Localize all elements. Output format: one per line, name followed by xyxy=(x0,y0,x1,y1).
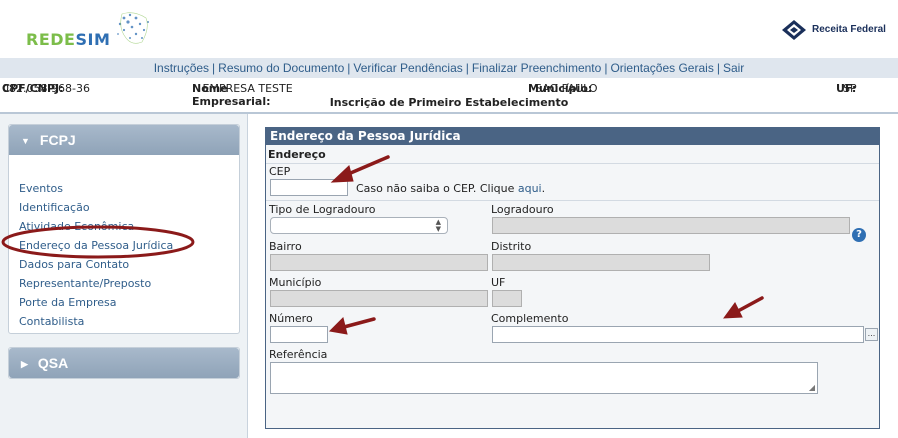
complemento-label: Complemento xyxy=(491,312,569,325)
municipio-label: Município: xyxy=(528,82,593,95)
sidebar-item-contabilista[interactable]: Contabilista xyxy=(19,312,239,331)
sidebar: ▼ FCPJ Eventos Identificação Atividade Ec… xyxy=(0,114,248,438)
receita-federal-logo[interactable]: Receita Federal xyxy=(780,18,886,42)
company-info-bar: CPF/CNPJ: 082.058.968-36 Nome Empresaria… xyxy=(0,80,898,112)
section-divider xyxy=(266,163,879,164)
sidebar-item-representante[interactable]: Representante/Preposto xyxy=(19,274,239,293)
resize-handle-icon[interactable]: ◢ xyxy=(809,383,815,392)
fcpj-title: FCPJ xyxy=(39,132,76,148)
tipo-logradouro-select[interactable]: ▲ ▼ xyxy=(270,217,448,234)
bairro-field xyxy=(270,254,488,271)
nome-info: Nome Empresarial: EMPRESA TESTE xyxy=(192,82,293,108)
nav-separator: | xyxy=(347,61,351,75)
logradouro-field xyxy=(492,217,850,234)
cep-lookup-link[interactable]: aqui xyxy=(518,182,542,195)
nav-resumo-documento[interactable]: Resumo do Documento xyxy=(218,61,344,75)
distrito-field xyxy=(492,254,710,271)
nav-finalizar-preenchimento[interactable]: Finalizar Preenchimento xyxy=(472,61,601,75)
uf-field xyxy=(492,290,522,307)
caret-right-icon: ▶ xyxy=(21,359,28,369)
fcpj-menu: Eventos Identificação Atividade Econômic… xyxy=(9,155,239,331)
section-heading: Endereço xyxy=(268,148,326,161)
municipio-field xyxy=(270,290,488,307)
bairro-label: Bairro xyxy=(269,240,302,253)
sidebar-item-porte-empresa[interactable]: Porte da Empresa xyxy=(19,293,239,312)
redesim-wordmark: REDESIM xyxy=(26,30,111,49)
fcpj-panel: ▼ FCPJ Eventos Identificação Atividade Ec… xyxy=(8,124,240,334)
municipio-form-label: Município xyxy=(269,276,322,289)
sidebar-item-eventos[interactable]: Eventos xyxy=(19,179,239,198)
municipio-info: Município: SAO PAULO xyxy=(528,82,598,95)
caret-down-icon: ▼ xyxy=(21,136,30,146)
cep-hint-text: Caso não saiba o CEP. Clique xyxy=(356,182,515,195)
distrito-label: Distrito xyxy=(491,240,532,253)
page: REDESIM Receita Federal Instruções | Resum… xyxy=(0,0,898,438)
referencia-label: Referência xyxy=(269,348,328,361)
uf-info: UF: SP xyxy=(836,82,857,95)
tipo-logradouro-label: Tipo de Logradouro xyxy=(269,203,376,216)
complemento-input[interactable] xyxy=(492,326,864,343)
row-divider xyxy=(266,200,879,201)
logradouro-label: Logradouro xyxy=(491,203,554,216)
form-title: Endereço da Pessoa Jurídica xyxy=(266,128,879,145)
receita-federal-wordmark: Receita Federal xyxy=(812,24,886,35)
nav-instrucoes[interactable]: Instruções xyxy=(154,61,209,75)
cep-input[interactable] xyxy=(270,179,348,196)
redesim-logo[interactable]: REDESIM xyxy=(22,8,162,50)
referencia-textarea[interactable]: ◢ xyxy=(270,362,818,394)
nav-verificar-pendencias[interactable]: Verificar Pendências xyxy=(353,61,462,75)
help-icon[interactable]: ? xyxy=(852,228,866,242)
cep-label: CEP xyxy=(269,165,291,178)
nav-orientacoes-gerais[interactable]: Orientações Gerais xyxy=(610,61,713,75)
cep-hint: Caso não saiba o CEP. Clique aqui. xyxy=(356,182,545,195)
complemento-lookup-button[interactable]: ... xyxy=(865,328,878,341)
qsa-title: QSA xyxy=(37,355,69,371)
sidebar-item-endereco[interactable]: Endereço da Pessoa Jurídica xyxy=(19,236,239,255)
inscricao-title: Inscrição de Primeiro Estabelecimento xyxy=(329,96,569,109)
uf-form-label: UF xyxy=(491,276,506,289)
qsa-panel-header[interactable]: ▶ QSA xyxy=(9,348,239,378)
select-arrows-icon: ▲ ▼ xyxy=(435,218,441,233)
address-form: Endereço da Pessoa Jurídica Endereço CEP… xyxy=(265,127,880,429)
cpf-label: CPF/CNPJ: xyxy=(2,82,64,95)
top-navigation: Instruções | Resumo do Documento | Verificar… xyxy=(0,58,898,78)
numero-label: Número xyxy=(269,312,313,325)
nav-separator: | xyxy=(465,61,469,75)
cpf-info: CPF/CNPJ: 082.058.968-36 xyxy=(2,82,90,95)
sidebar-item-identificacao[interactable]: Identificação xyxy=(19,198,239,217)
receita-emblem-icon xyxy=(782,20,806,40)
nav-sair[interactable]: Sair xyxy=(723,61,744,75)
sidebar-item-dados-contato[interactable]: Dados para Contato xyxy=(19,255,239,274)
cep-hint-end: . xyxy=(541,182,546,195)
nav-separator: | xyxy=(716,61,720,75)
qsa-panel: ▶ QSA xyxy=(8,347,240,379)
fcpj-panel-header[interactable]: ▼ FCPJ xyxy=(9,125,239,155)
numero-input[interactable] xyxy=(270,326,328,343)
sidebar-item-atividade-economica[interactable]: Atividade Econômica xyxy=(19,217,239,236)
nav-separator: | xyxy=(212,61,216,75)
uf-label: UF: xyxy=(836,82,857,95)
